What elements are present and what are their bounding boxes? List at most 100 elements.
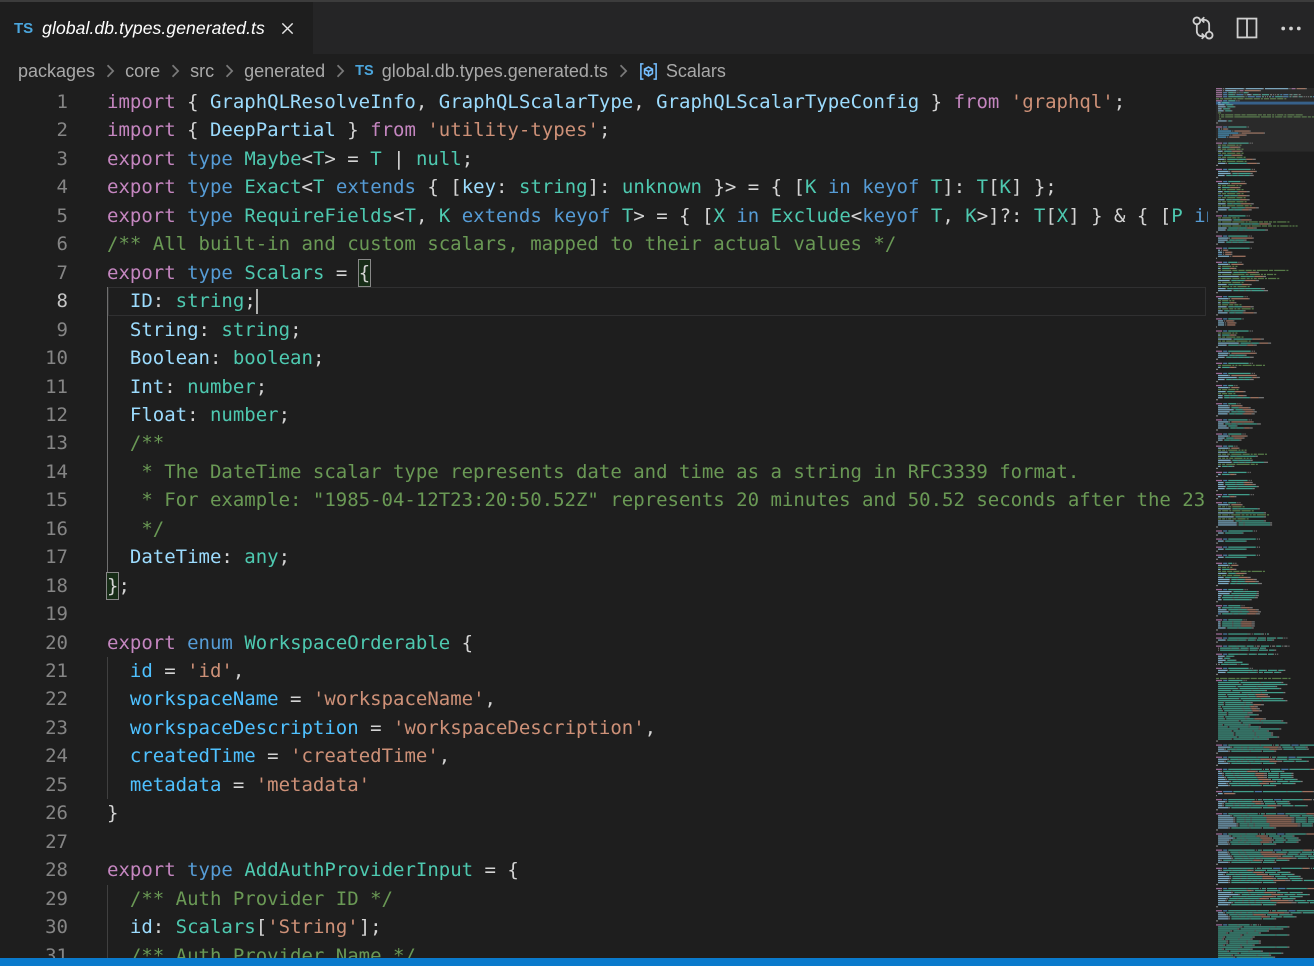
code-area[interactable]: 1import { GraphQLResolveInfo, GraphQLSca… [0, 88, 1208, 958]
code-line-1[interactable]: 1import { GraphQLResolveInfo, GraphQLSca… [0, 88, 1208, 117]
code-line-text: id = 'id', [107, 657, 244, 685]
line-number[interactable]: 24 [0, 742, 68, 770]
line-number[interactable]: 31 [0, 942, 68, 959]
code-line-text: } [107, 799, 118, 827]
close-tab-icon[interactable] [275, 15, 301, 41]
code-line-27[interactable]: 27 [0, 828, 1208, 857]
line-number[interactable]: 30 [0, 913, 68, 941]
line-number[interactable]: 1 [0, 88, 68, 116]
code-line-23[interactable]: 23 workspaceDescription = 'workspaceDesc… [0, 714, 1208, 743]
line-number[interactable]: 26 [0, 799, 68, 827]
line-number[interactable]: 13 [0, 429, 68, 457]
code-line-text: DateTime: any; [107, 543, 290, 571]
code-line-16[interactable]: 16 */ [0, 515, 1208, 544]
code-line-text: export type RequireFields<T, K extends k… [107, 202, 1208, 230]
line-number[interactable]: 23 [0, 714, 68, 742]
code-line-text: ID: string; [107, 287, 256, 315]
line-number[interactable]: 12 [0, 401, 68, 429]
code-line-9[interactable]: 9 String: string; [0, 316, 1208, 345]
code-line-25[interactable]: 25 metadata = 'metadata' [0, 771, 1208, 800]
breadcrumb-item-scalars[interactable]: Scalars [638, 61, 726, 82]
editor-actions [1188, 2, 1314, 54]
line-number[interactable]: 10 [0, 344, 68, 372]
line-number[interactable]: 6 [0, 230, 68, 258]
code-line-10[interactable]: 10 Boolean: boolean; [0, 344, 1208, 373]
line-number[interactable]: 15 [0, 486, 68, 514]
code-line-19[interactable]: 19 [0, 600, 1208, 629]
breadcrumb-item-packages[interactable]: packages [18, 61, 95, 82]
code-line-18[interactable]: 18}; [0, 572, 1208, 601]
code-line-4[interactable]: 4export type Exact<T extends { [key: str… [0, 173, 1208, 202]
line-number[interactable]: 20 [0, 629, 68, 657]
breadcrumb-separator-icon [329, 60, 351, 82]
line-number[interactable]: 22 [0, 685, 68, 713]
line-number[interactable]: 14 [0, 458, 68, 486]
breadcrumb-item-global-db-types-generated-ts[interactable]: TSglobal.db.types.generated.ts [355, 61, 608, 82]
breadcrumb-item-core[interactable]: core [125, 61, 160, 82]
line-number[interactable]: 7 [0, 259, 68, 287]
vscode-editor-window: TS global.db.types.generated.ts [0, 0, 1314, 966]
breadcrumb-item-generated[interactable]: generated [244, 61, 325, 82]
code-line-text: workspaceName = 'workspaceName', [107, 685, 496, 713]
line-number[interactable]: 8 [0, 287, 68, 315]
line-number[interactable]: 19 [0, 600, 68, 628]
code-line-14[interactable]: 14 * The DateTime scalar type represents… [0, 458, 1208, 487]
code-line-31[interactable]: 31 /** Auth Provider Name */ [0, 942, 1208, 959]
code-line-text: }; [107, 572, 130, 600]
code-line-22[interactable]: 22 workspaceName = 'workspaceName', [0, 685, 1208, 714]
code-line-text: Boolean: boolean; [107, 344, 324, 372]
breadcrumb-label: global.db.types.generated.ts [382, 61, 608, 82]
code-line-30[interactable]: 30 id: Scalars['String']; [0, 913, 1208, 942]
code-line-text: createdTime = 'createdTime', [107, 742, 450, 770]
code-line-21[interactable]: 21 id = 'id', [0, 657, 1208, 686]
code-line-5[interactable]: 5 export type RequireFields<T, K extends … [0, 202, 1208, 231]
tab-global-db-types-generated-ts[interactable]: TS global.db.types.generated.ts [0, 2, 313, 54]
code-line-12[interactable]: 12 Float: number; [0, 401, 1208, 430]
code-line-text: /** [107, 429, 164, 457]
line-number[interactable]: 25 [0, 771, 68, 799]
line-number[interactable]: 16 [0, 515, 68, 543]
more-actions-icon[interactable] [1276, 13, 1306, 43]
code-line-text: id: Scalars['String']; [107, 913, 382, 941]
line-number[interactable]: 28 [0, 856, 68, 884]
code-line-2[interactable]: 2import { DeepPartial } from 'utility-ty… [0, 116, 1208, 145]
code-line-11[interactable]: 11 Int: number; [0, 373, 1208, 402]
code-line-24[interactable]: 24 createdTime = 'createdTime', [0, 742, 1208, 771]
breadcrumb-separator-icon [218, 60, 240, 82]
line-number[interactable]: 17 [0, 543, 68, 571]
code-line-20[interactable]: 20export enum WorkspaceOrderable { [0, 629, 1208, 658]
line-number[interactable]: 5 [0, 202, 68, 230]
split-editor-icon[interactable] [1232, 13, 1262, 43]
code-line-3[interactable]: 3 export type Maybe<T> = T | null; [0, 145, 1208, 174]
line-number[interactable]: 11 [0, 373, 68, 401]
code-line-text: export type Maybe<T> = T | null; [107, 145, 473, 173]
code-line-15[interactable]: 15 * For example: "1985-04-12T23:20:50.5… [0, 486, 1208, 515]
code-line-7[interactable]: 7export type Scalars = { [0, 259, 1208, 288]
breadcrumb-label: src [190, 61, 214, 82]
minimap[interactable] [1216, 88, 1314, 958]
breadcrumb: packages core src generated TSglobal.db.type… [0, 54, 1314, 88]
editor-pane[interactable]: 1import { GraphQLResolveInfo, GraphQLSca… [0, 88, 1314, 958]
code-line-8[interactable]: 8 ID: string; [0, 287, 1208, 316]
line-number[interactable]: 3 [0, 145, 68, 173]
text-cursor [256, 289, 258, 314]
code-line-6[interactable]: 6/** All built-in and custom scalars, ma… [0, 230, 1208, 259]
line-number[interactable]: 2 [0, 116, 68, 144]
line-number[interactable]: 18 [0, 572, 68, 600]
status-bar [0, 958, 1314, 966]
code-line-text: * For example: "1985-04-12T23:20:50.52Z"… [107, 486, 1208, 514]
tab-title: global.db.types.generated.ts [42, 18, 265, 39]
line-number[interactable]: 27 [0, 828, 68, 856]
line-number[interactable]: 4 [0, 173, 68, 201]
code-line-28[interactable]: 28export type AddAuthProviderInput = { [0, 856, 1208, 885]
code-line-29[interactable]: 29 /** Auth Provider ID */ [0, 885, 1208, 914]
breadcrumb-item-src[interactable]: src [190, 61, 214, 82]
line-number[interactable]: 29 [0, 885, 68, 913]
line-number[interactable]: 21 [0, 657, 68, 685]
code-line-26[interactable]: 26} [0, 799, 1208, 828]
code-line-text: * The DateTime scalar type represents da… [107, 458, 1079, 486]
code-line-17[interactable]: 17 DateTime: any; [0, 543, 1208, 572]
open-changes-icon[interactable] [1188, 13, 1218, 43]
code-line-13[interactable]: 13 /** [0, 429, 1208, 458]
line-number[interactable]: 9 [0, 316, 68, 344]
